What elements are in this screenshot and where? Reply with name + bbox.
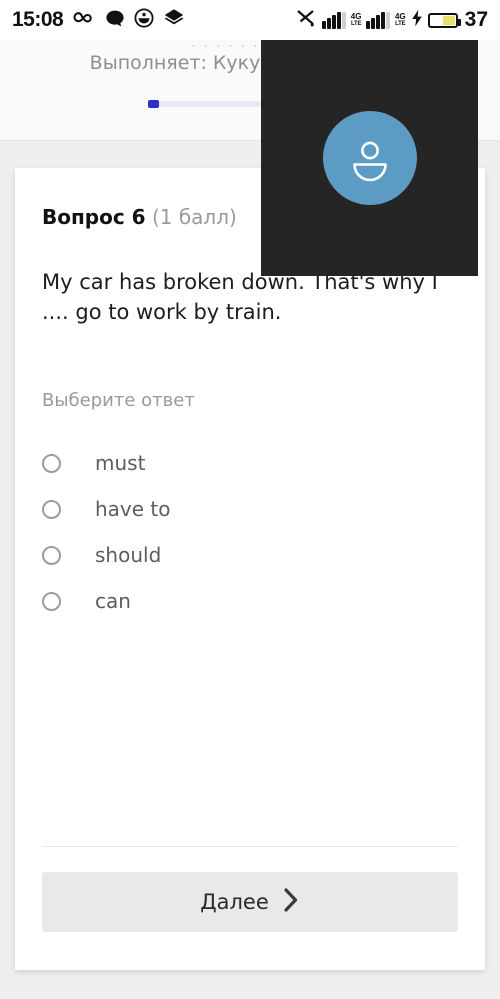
layers-icon	[163, 8, 185, 33]
4g-lte-sim2-icon: 4G LTE	[394, 12, 406, 28]
question-heading: Вопрос 6 (1 балл)	[42, 205, 237, 229]
infinity-icon	[72, 9, 96, 31]
avatar	[322, 111, 417, 205]
status-bar: 15:08 4G LTE 4G LTE 37	[0, 0, 500, 40]
4g-lte-sim1-icon: 4G LTE	[350, 12, 362, 28]
status-bar-left: 15:08	[12, 8, 185, 33]
answer-option-0[interactable]: must	[42, 440, 442, 486]
person-icon	[352, 141, 387, 182]
status-bar-right: 4G LTE 4G LTE 37	[295, 8, 488, 32]
answer-option-label: should	[95, 543, 162, 567]
smiley-icon	[134, 8, 154, 32]
answer-option-3[interactable]: can	[42, 578, 442, 624]
phone-screen: 15:08 4G LTE 4G LTE 37 . . . . . . . . .…	[0, 0, 500, 999]
answer-options-list: must have to should can	[42, 440, 442, 624]
choose-answer-label: Выберите ответ	[42, 390, 195, 411]
question-card: Вопрос 6 (1 балл) My car has broken down…	[15, 168, 485, 970]
card-divider	[42, 846, 458, 847]
network-type-2: 4G	[394, 12, 406, 21]
signal-bars-sim1-icon	[322, 11, 346, 29]
answer-option-label: must	[95, 451, 146, 475]
next-button-label: Далее	[200, 890, 269, 914]
answer-option-label: can	[95, 589, 131, 613]
answer-option-1[interactable]: have to	[42, 486, 442, 532]
radio-button-icon[interactable]	[42, 591, 61, 611]
question-points: (1 балл)	[151, 205, 237, 229]
radio-button-icon[interactable]	[42, 453, 61, 473]
chevron-right-icon	[283, 887, 300, 917]
network-type-1: 4G	[350, 12, 362, 21]
next-button[interactable]: Далее	[42, 872, 458, 932]
question-text: My car has broken down. That's why I ...…	[42, 270, 438, 324]
battery-percent: 37	[464, 8, 488, 31]
progress-marker	[147, 100, 159, 108]
network-sub-1: LTE	[350, 21, 362, 27]
question-number: Вопрос 6	[42, 205, 146, 229]
answer-option-label: have to	[95, 497, 171, 521]
radio-button-icon[interactable]	[42, 499, 61, 519]
answer-option-2[interactable]: should	[42, 532, 442, 578]
clock-time: 15:08	[12, 8, 64, 31]
signal-bars-sim2-icon	[366, 11, 390, 29]
mute-icon	[295, 8, 317, 32]
network-sub-2: LTE	[395, 21, 406, 27]
radio-button-icon[interactable]	[42, 545, 61, 565]
battery-icon	[427, 12, 461, 28]
charging-bolt-icon	[411, 9, 423, 31]
video-overlay-panel[interactable]	[261, 40, 478, 276]
chat-bubble-icon	[105, 9, 125, 32]
